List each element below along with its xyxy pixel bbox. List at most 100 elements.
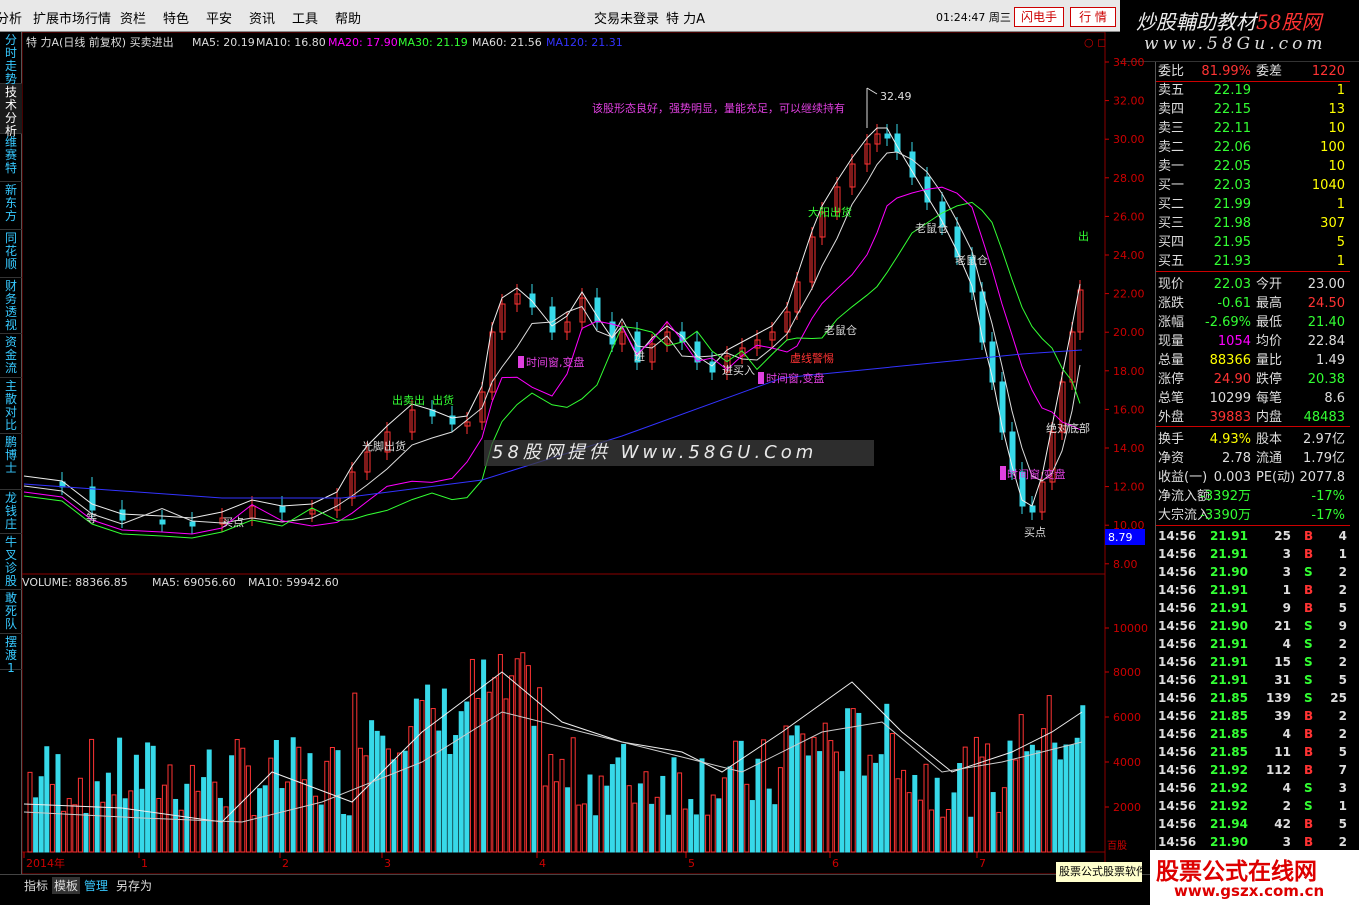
- quote-value: 24.90: [1213, 372, 1251, 387]
- trade-time: 14:56: [1158, 547, 1197, 561]
- quote-value: 21.99: [1213, 197, 1251, 212]
- volume-bar: [279, 788, 285, 853]
- candle-body: [189, 521, 196, 527]
- trade-row: 14:56 21.90 3 S 2: [1156, 563, 1350, 581]
- quote-button[interactable]: 行 情: [1070, 7, 1116, 27]
- menu-features[interactable]: 特色: [163, 8, 189, 27]
- candle-body: [979, 291, 986, 343]
- tab-indicator[interactable]: 指标: [24, 877, 48, 894]
- trade-count: 5: [1338, 673, 1347, 687]
- volume-bar: [413, 698, 419, 853]
- annotation-big-sell: 大阳出货: [808, 205, 852, 219]
- clock-weekday: 周三: [988, 11, 1011, 24]
- quote-value: 22.03: [1213, 178, 1251, 193]
- trade-count: 5: [1338, 601, 1347, 615]
- quote-label: 现量: [1158, 334, 1185, 349]
- volume-bar: [307, 753, 313, 853]
- volume-bar: [117, 737, 123, 853]
- quote-value-2: -17%: [1311, 508, 1345, 523]
- price-tick-label: 24.00: [1113, 249, 1145, 262]
- volume-bar: [727, 766, 733, 853]
- quote-row: 涨幅 -2.69% 最低 21.40: [1156, 313, 1350, 332]
- trade-qty: 112: [1265, 763, 1291, 777]
- sidebar-tab-3[interactable]: 新东方: [0, 182, 22, 230]
- left-tab-strip: 分时走势 技术分析 维赛特 新东方 同花顺 财务透视 资金流 主散对比 鹏博士 龙钱庄 牛叉诊股 敢死…: [0, 32, 22, 874]
- trade-side: B: [1304, 709, 1314, 723]
- trade-login-status[interactable]: 交易未登录: [594, 8, 659, 27]
- menu-extended-market[interactable]: 扩展市场行情: [33, 8, 111, 27]
- volume-bar: [346, 815, 352, 853]
- trade-count: 2: [1338, 637, 1347, 651]
- x-tick-label: 5: [688, 857, 695, 870]
- sidebar-tab-2[interactable]: 维赛特: [0, 134, 22, 182]
- quote-row: 卖二 22.06 100: [1156, 138, 1350, 157]
- annotation-enter-buy: 进买入: [722, 364, 755, 377]
- sidebar-tab-9[interactable]: 龙钱庄: [0, 490, 22, 534]
- candle-body: [594, 297, 601, 323]
- sidebar-tab-11[interactable]: 敢死队: [0, 590, 22, 634]
- price-tick-label: 12.00: [1113, 481, 1145, 494]
- sidebar-tab-5[interactable]: 财务透视: [0, 278, 22, 334]
- tab-template[interactable]: 模板: [52, 877, 81, 894]
- trade-qty: 31: [1274, 673, 1291, 687]
- trade-price: 21.92: [1210, 763, 1248, 777]
- trade-price: 21.91: [1210, 655, 1248, 669]
- legend-ma30: MA30: 21.19: [398, 36, 468, 49]
- vol-unit-label: 百股: [1107, 840, 1127, 852]
- sidebar-tab-0[interactable]: 分时走势: [0, 32, 22, 86]
- quote-value: 81.99%: [1201, 64, 1251, 79]
- sidebar-tab-4[interactable]: 同花顺: [0, 230, 22, 278]
- annotation-exit: 出: [1078, 229, 1089, 243]
- time-window-marker: [518, 356, 524, 368]
- menu-news[interactable]: 资讯: [249, 8, 275, 27]
- quote-label: 买三: [1158, 216, 1185, 231]
- sidebar-tab-1[interactable]: 技术分析: [0, 84, 22, 138]
- quote-value-2: 2.97亿: [1303, 432, 1345, 447]
- sidebar-tab-6[interactable]: 资金流: [0, 334, 22, 378]
- menu-help[interactable]: 帮助: [335, 8, 361, 27]
- sidebar-tab-12[interactable]: 摆渡1: [0, 634, 22, 675]
- tab-save-as[interactable]: 另存为: [116, 877, 152, 894]
- trade-time: 14:56: [1158, 601, 1197, 615]
- trade-price: 21.85: [1210, 709, 1248, 723]
- trade-time: 14:56: [1158, 745, 1197, 759]
- volume-bar: [934, 777, 940, 853]
- trade-side: S: [1304, 691, 1313, 705]
- candle-body: [159, 519, 166, 525]
- menu-pingan[interactable]: 平安: [206, 8, 232, 27]
- quote-row: 卖一 22.05 10: [1156, 157, 1350, 176]
- menu-analysis[interactable]: 分析: [0, 8, 22, 27]
- sidebar-tab-10[interactable]: 牛叉诊股: [0, 534, 22, 590]
- trade-count: 3: [1338, 781, 1347, 795]
- menu-columns[interactable]: 资栏: [120, 8, 146, 27]
- tab-manage[interactable]: 管理: [84, 877, 108, 894]
- annotation-buy-point-1: 买点: [1024, 526, 1046, 539]
- quote-value: 88366: [1209, 353, 1251, 368]
- trade-time: 14:56: [1158, 655, 1197, 669]
- trade-qty: 42: [1274, 817, 1291, 831]
- quote-row: 外盘 39883 内盘 48483: [1156, 408, 1350, 427]
- flash-trade-button[interactable]: 闪电手: [1014, 7, 1064, 27]
- sidebar-tab-7[interactable]: 主散对比: [0, 378, 22, 434]
- volume-bar: [229, 755, 235, 853]
- volume-bar: [453, 735, 459, 853]
- quote-row: 收益(一) 0.003 PE(动) 2077.8: [1156, 468, 1350, 487]
- quote-row: 买四 21.95 5: [1156, 233, 1350, 252]
- sidebar-tab-8[interactable]: 鹏博士: [0, 434, 22, 490]
- menu-tools[interactable]: 工具: [292, 8, 318, 27]
- trade-price: 21.92: [1210, 781, 1248, 795]
- quote-label: 涨跌: [1158, 296, 1185, 311]
- quote-row: 买五 21.93 1: [1156, 252, 1350, 271]
- trade-row: 14:56 21.90 21 S 9: [1156, 617, 1350, 635]
- quote-value: -3390万: [1200, 508, 1251, 523]
- trade-time: 14:56: [1158, 835, 1197, 849]
- annotation-sell-out: 出卖出: [392, 393, 425, 407]
- trade-time: 14:56: [1158, 565, 1197, 579]
- vol-legend-ma5: MA5: 69056.60: [152, 576, 236, 589]
- volume-bar: [173, 798, 179, 853]
- volume-bar: [83, 812, 89, 853]
- quote-value: 0.003: [1213, 470, 1251, 485]
- trade-row: 14:56 21.91 31 S 5: [1156, 671, 1350, 689]
- quote-label: 卖一: [1158, 159, 1185, 174]
- trade-price: 21.85: [1210, 727, 1248, 741]
